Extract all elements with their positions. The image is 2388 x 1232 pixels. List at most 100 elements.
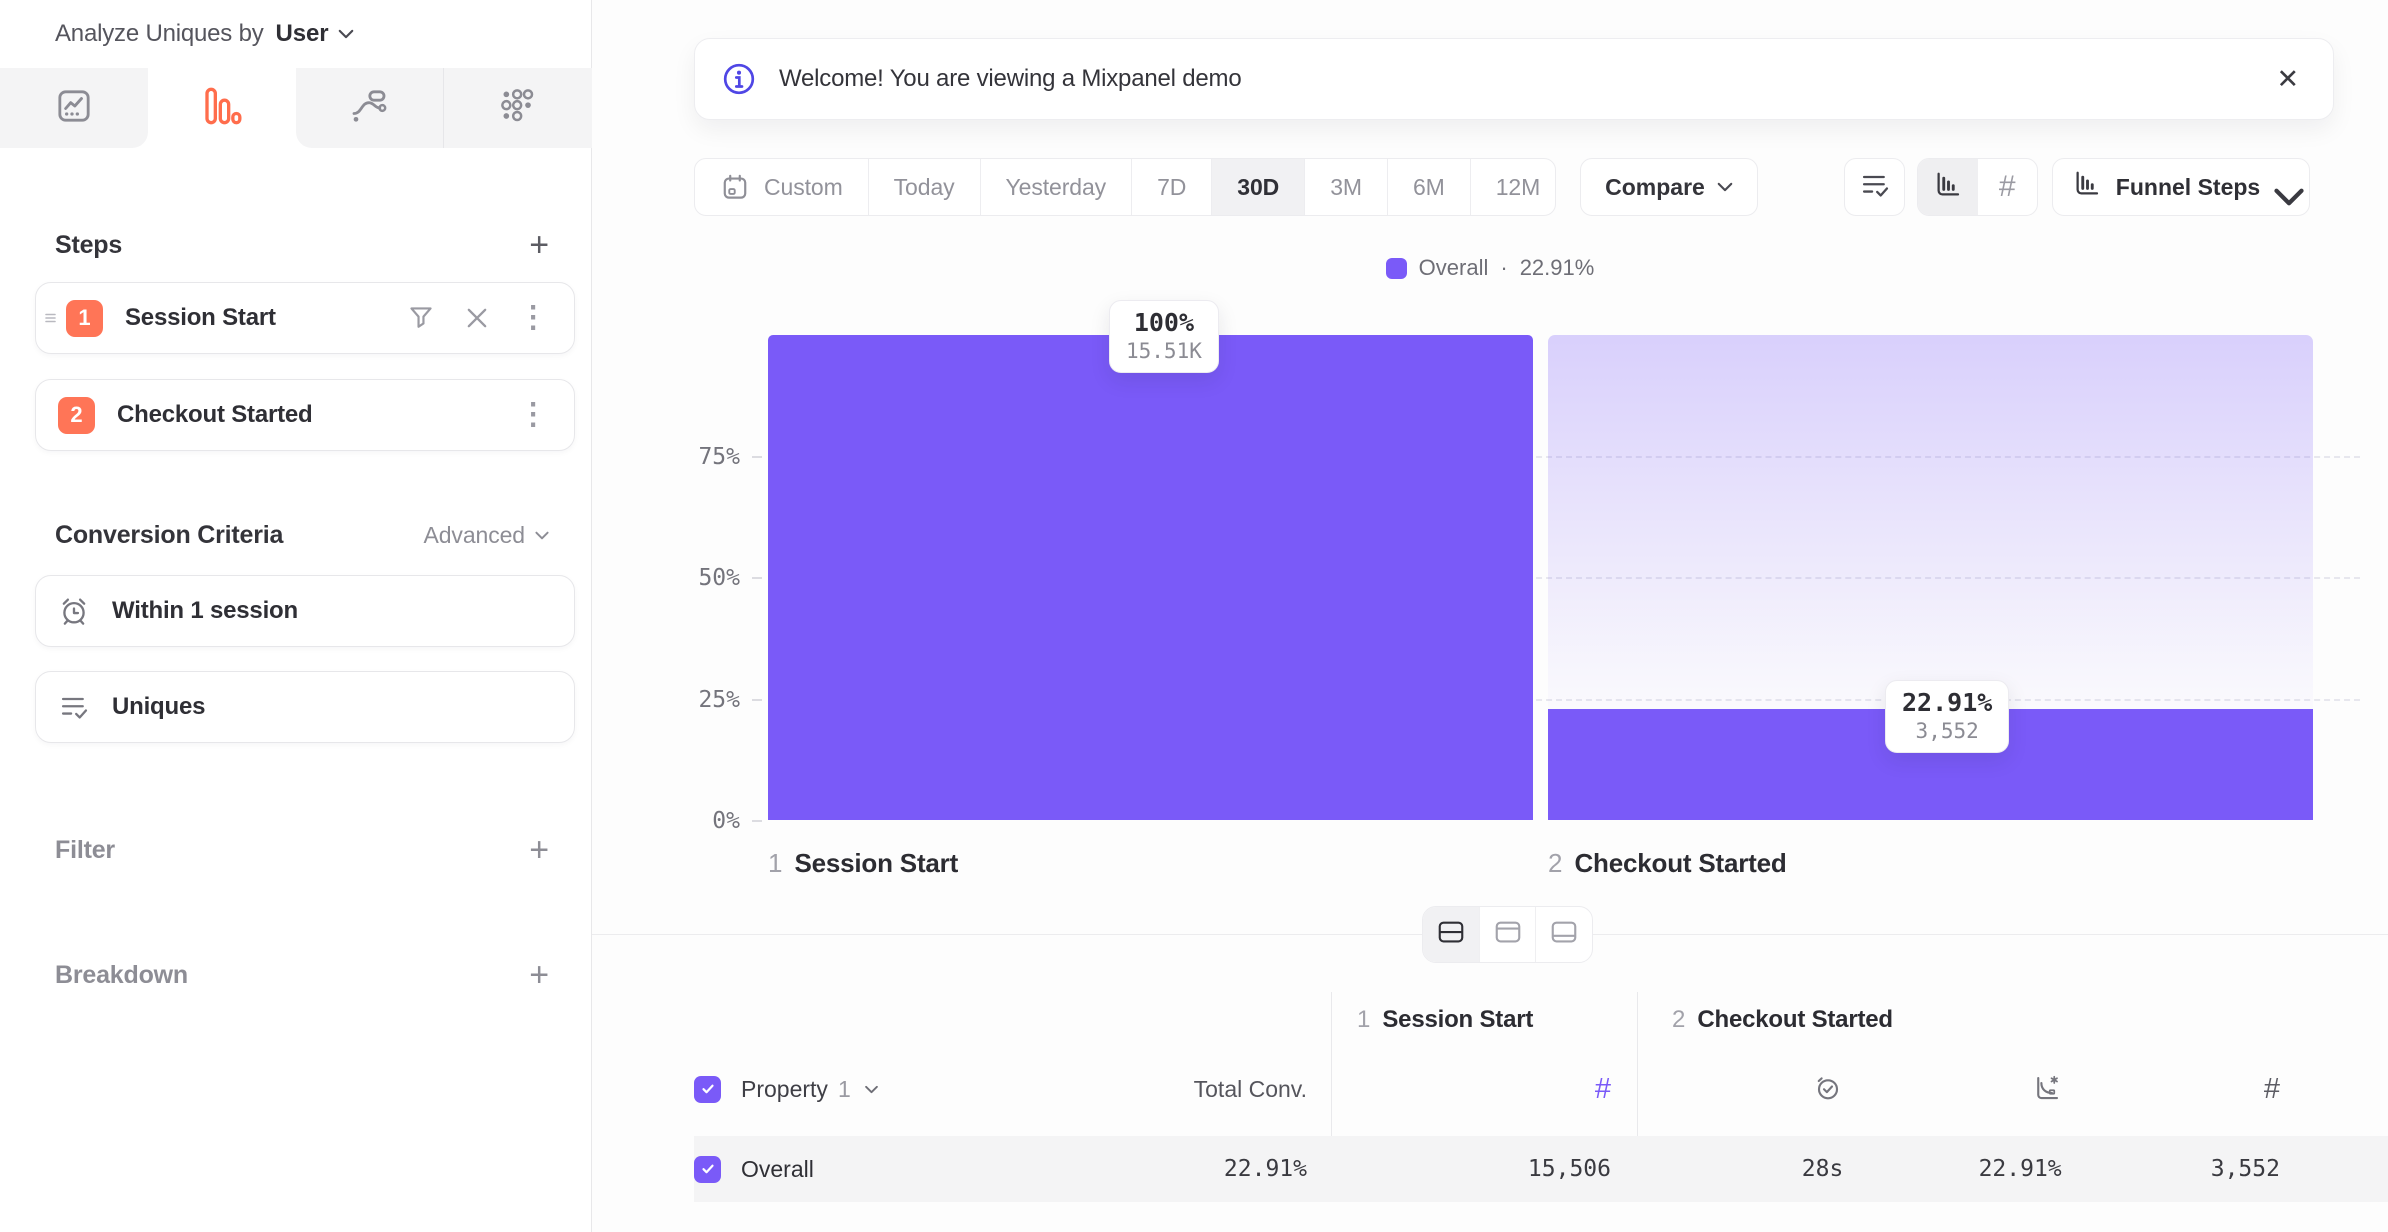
compare-button[interactable]: Compare <box>1580 158 1758 216</box>
funnel-bar-step1[interactable] <box>768 335 1533 820</box>
list-check-icon <box>58 691 90 723</box>
y-tick-25: 25% <box>622 687 740 713</box>
date-range-today[interactable]: Today <box>869 159 981 215</box>
filter-step-icon[interactable] <box>406 303 436 333</box>
date-range-label: 3M <box>1330 174 1362 201</box>
date-range-custom[interactable]: Custom <box>695 159 869 215</box>
date-range-3m[interactable]: 3M <box>1305 159 1388 215</box>
filter-section-header: Filter + <box>55 833 549 867</box>
tab-funnels[interactable] <box>148 68 296 148</box>
conversion-rate-icon[interactable] <box>2032 1073 2062 1103</box>
group-header-step2: 2 Checkout Started <box>1672 1006 1893 1034</box>
step-name: Session Start <box>1382 1006 1533 1034</box>
total-conv-header: Total Conv. <box>1194 1076 1331 1103</box>
date-range-12m[interactable]: 12M <box>1471 159 1556 215</box>
date-range-30d[interactable]: 30D <box>1212 159 1305 215</box>
funnel-dropoff-gradient-step2 <box>1548 335 2313 709</box>
step2-count-value: 3,552 <box>2211 1156 2280 1182</box>
alarm-clock-icon <box>58 595 90 627</box>
analyze-value-dropdown[interactable]: User <box>276 20 354 48</box>
table-row-overall[interactable]: Overall 22.91% 15,506 28s 22.91% 3,552 <box>694 1136 2388 1202</box>
y-tick-mark <box>752 577 762 579</box>
chevron-down-icon <box>865 1085 878 1094</box>
insights-icon <box>54 86 94 131</box>
split-equal-icon <box>1436 917 1466 952</box>
add-step-button[interactable]: + <box>529 228 549 262</box>
tab-retention[interactable] <box>444 68 592 148</box>
panel-layout-toggle <box>1422 906 1593 963</box>
bar-chart-icon <box>2072 169 2102 205</box>
count-metric-icon[interactable]: # <box>1595 1073 1611 1106</box>
value-display-toggle: # <box>1917 158 2038 216</box>
welcome-banner: Welcome! You are viewing a Mixpanel demo… <box>694 38 2334 120</box>
step2-rate-value: 22.91% <box>1979 1156 2062 1182</box>
steps-section-header: Steps + <box>55 228 549 262</box>
y-tick-50: 50% <box>622 565 740 591</box>
sidebar: Analyze Uniques by User <box>0 0 592 1232</box>
row-name: Overall <box>741 1156 814 1183</box>
select-all-checkbox[interactable] <box>694 1076 721 1103</box>
funnels-icon <box>202 86 242 131</box>
count-metric-icon[interactable]: # <box>2264 1073 2280 1106</box>
legend-series-name: Overall <box>1419 255 1489 281</box>
bar-value-tooltip-step2: 22.91% 3,552 <box>1885 680 2009 753</box>
step-name: Session Start <box>794 848 958 879</box>
add-breakdown-button[interactable]: + <box>529 958 549 992</box>
date-range-label: 7D <box>1157 174 1186 201</box>
tab-insights[interactable] <box>0 68 148 148</box>
y-tick-mark <box>752 820 762 822</box>
time-to-convert-icon[interactable] <box>1813 1073 1843 1103</box>
split-top-icon <box>1493 917 1523 952</box>
info-icon <box>721 61 757 97</box>
step-menu-icon[interactable]: ⋮ <box>518 400 548 430</box>
property-selector[interactable]: Property 1 <box>741 1076 878 1103</box>
legend-value: 22.91% <box>1520 255 1595 281</box>
step-card-2[interactable]: 2 Checkout Started ⋮ <box>35 379 575 451</box>
view-selector-label: Funnel Steps <box>2116 174 2260 201</box>
legend-separator: · <box>1500 255 1507 281</box>
step-number-badge: 2 <box>58 397 95 434</box>
advanced-dropdown[interactable]: Advanced <box>424 522 550 549</box>
bar-chart-icon <box>1933 170 1963 205</box>
step-menu-icon[interactable]: ⋮ <box>518 303 548 333</box>
date-range-6m[interactable]: 6M <box>1388 159 1471 215</box>
metrics-list-button[interactable] <box>1844 158 1905 216</box>
layout-split-equal[interactable] <box>1423 907 1480 962</box>
banner-message: Welcome! You are viewing a Mixpanel demo <box>779 65 1242 93</box>
view-selector-button[interactable]: Funnel Steps <box>2052 158 2310 216</box>
tab-flows[interactable] <box>296 68 445 148</box>
y-tick-mark <box>752 456 762 458</box>
toggle-percent-bars[interactable] <box>1918 159 1978 215</box>
row-checkbox[interactable] <box>694 1156 721 1183</box>
layout-table-max[interactable] <box>1536 907 1592 962</box>
tooltip-percent: 100% <box>1126 308 1202 337</box>
steps-title: Steps <box>55 231 122 260</box>
drag-handle-icon[interactable] <box>44 310 60 326</box>
retention-icon <box>498 86 538 131</box>
compare-label: Compare <box>1605 174 1705 201</box>
date-range-label: 12M <box>1496 174 1540 201</box>
report-type-tabs <box>0 68 592 148</box>
chevron-down-icon <box>535 531 549 540</box>
analyze-uniques-row: Analyze Uniques by User <box>55 18 354 50</box>
property-label: Property <box>741 1076 828 1103</box>
close-icon[interactable]: ✕ <box>2276 64 2299 95</box>
within-session-card[interactable]: Within 1 session <box>35 575 575 647</box>
layout-chart-max[interactable] <box>1480 907 1537 962</box>
date-range-yesterday[interactable]: Yesterday <box>981 159 1133 215</box>
remove-step-icon[interactable] <box>462 303 492 333</box>
step-label: Checkout Started <box>117 401 313 429</box>
breakdown-title: Breakdown <box>55 961 188 990</box>
date-range-7d[interactable]: 7D <box>1132 159 1212 215</box>
toggle-absolute-numbers[interactable]: # <box>1978 159 2038 215</box>
uniques-card[interactable]: Uniques <box>35 671 575 743</box>
table-group-header-row: 1 Session Start 2 Checkout Started <box>694 992 2388 1056</box>
calendar-icon <box>720 172 750 202</box>
mixpanel-funnel-page: Analyze Uniques by User <box>0 0 2388 1232</box>
add-filter-button[interactable]: + <box>529 833 549 867</box>
step-number: 2 <box>1548 848 1562 879</box>
step-card-1[interactable]: 1 Session Start ⋮ <box>35 282 575 354</box>
tooltip-percent: 22.91% <box>1902 688 1992 717</box>
step-name: Checkout Started <box>1574 848 1786 879</box>
uniques-label: Uniques <box>112 693 205 721</box>
